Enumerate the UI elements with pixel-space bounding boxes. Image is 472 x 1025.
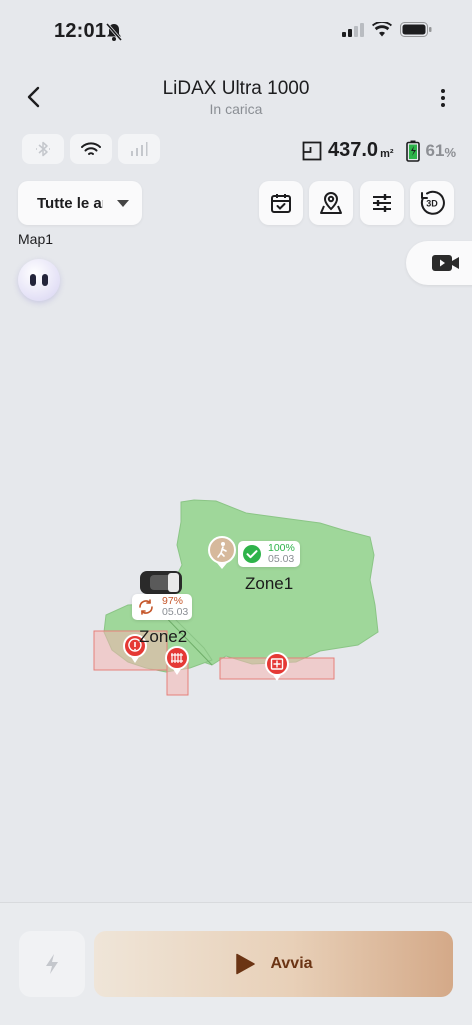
zone1-label: Zone1 [245,574,294,593]
zone2-date: 05.03 [162,606,189,618]
start-mowing-button[interactable]: Avvia [94,931,453,997]
mowing-map[interactable] [0,0,472,900]
zone1-date: 05.03 [268,553,295,565]
mower-robot-icon[interactable] [140,571,182,594]
zone1-progress-card[interactable]: 100% 05.03 [238,541,300,567]
play-icon [236,953,256,975]
quick-charge-button[interactable] [19,931,85,997]
mowing-progress-icon [139,599,153,615]
start-mowing-label: Avvia [270,955,313,972]
zone2-progress-card[interactable]: 97% 05.03 [132,594,192,620]
check-circle-icon [243,545,261,563]
lightning-bolt-icon [46,954,58,974]
zone2-label: Zone2 [139,627,188,646]
